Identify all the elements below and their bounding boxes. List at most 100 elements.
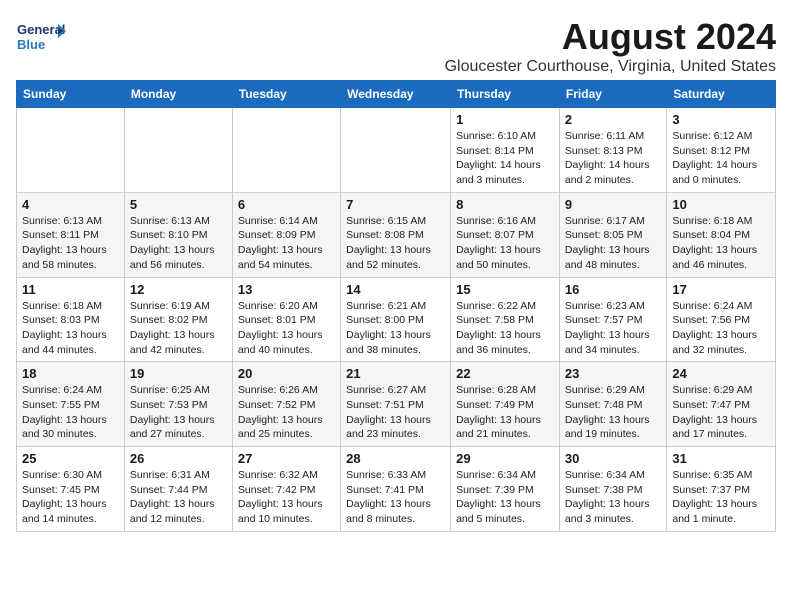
logo: General Blue xyxy=(16,16,66,56)
svg-text:Blue: Blue xyxy=(17,37,45,52)
weekday-header-sunday: Sunday xyxy=(17,81,125,108)
calendar-cell-25: 22 Sunrise: 6:28 AMSunset: 7:49 PMDayligh… xyxy=(451,362,560,447)
calendar-cell-18: 15 Sunrise: 6:22 AMSunset: 7:58 PMDayligh… xyxy=(451,277,560,362)
day-number: 27 xyxy=(238,451,335,466)
calendar-cell-10: 7Sunrise: 6:15 AMSunset: 8:08 PMDaylight… xyxy=(341,192,451,277)
calendar-cell-29: 26 Sunrise: 6:31 AMSunset: 7:44 PMDayligh… xyxy=(124,447,232,532)
day-number: 2 xyxy=(565,112,661,127)
calendar-cell-1 xyxy=(124,108,232,193)
day-info: Sunrise: 6:16 AMSunset: 8:07 PMDaylight:… xyxy=(456,214,554,273)
day-number: 3 xyxy=(672,112,770,127)
calendar-cell-9: 6Sunrise: 6:14 AMSunset: 8:09 PMDaylight… xyxy=(232,192,340,277)
day-info: Sunrise: 6:15 AMSunset: 8:08 PMDaylight:… xyxy=(346,214,445,273)
calendar-cell-17: 14Sunrise: 6:21 AMSunset: 8:00 PMDayligh… xyxy=(341,277,451,362)
day-info: Sunrise: 6:24 AMSunset: 7:56 PMDaylight:… xyxy=(672,299,770,358)
weekday-header-saturday: Saturday xyxy=(667,81,776,108)
day-number: 12 xyxy=(130,282,227,297)
calendar-cell-14: 11 Sunrise: 6:18 AMSunset: 8:03 PMDayligh… xyxy=(17,277,125,362)
day-info: Sunrise: 6:13 AMSunset: 8:11 PMDaylight:… xyxy=(22,214,119,273)
day-info: Sunrise: 6:34 AMSunset: 7:39 PMDaylight:… xyxy=(456,468,554,527)
weekday-header-thursday: Thursday xyxy=(451,81,560,108)
day-info: Sunrise: 6:35 AMSunset: 7:37 PMDaylight:… xyxy=(672,468,770,527)
weekday-header-wednesday: Wednesday xyxy=(341,81,451,108)
weekday-header-tuesday: Tuesday xyxy=(232,81,340,108)
calendar-cell-4: 1Sunrise: 6:10 AMSunset: 8:14 PMDaylight… xyxy=(451,108,560,193)
day-info: Sunrise: 6:19 AMSunset: 8:02 PMDaylight:… xyxy=(130,299,227,358)
weekday-header-monday: Monday xyxy=(124,81,232,108)
day-info: Sunrise: 6:11 AMSunset: 8:13 PMDaylight:… xyxy=(565,129,661,188)
day-info: Sunrise: 6:20 AMSunset: 8:01 PMDaylight:… xyxy=(238,299,335,358)
day-number: 14 xyxy=(346,282,445,297)
day-info: Sunrise: 6:25 AMSunset: 7:53 PMDaylight:… xyxy=(130,383,227,442)
calendar-cell-34: 31 Sunrise: 6:35 AMSunset: 7:37 PMDayligh… xyxy=(667,447,776,532)
day-number: 8 xyxy=(456,197,554,212)
day-info: Sunrise: 6:31 AMSunset: 7:44 PMDaylight:… xyxy=(130,468,227,527)
calendar-cell-11: 8 Sunrise: 6:16 AMSunset: 8:07 PMDaylight… xyxy=(451,192,560,277)
day-info: Sunrise: 6:17 AMSunset: 8:05 PMDaylight:… xyxy=(565,214,661,273)
day-info: Sunrise: 6:34 AMSunset: 7:38 PMDaylight:… xyxy=(565,468,661,527)
day-number: 10 xyxy=(672,197,770,212)
calendar-cell-32: 29 Sunrise: 6:34 AMSunset: 7:39 PMDayligh… xyxy=(451,447,560,532)
day-number: 5 xyxy=(130,197,227,212)
page-subtitle: Gloucester Courthouse, Virginia, United … xyxy=(445,58,776,76)
title-area: August 2024 Gloucester Courthouse, Virgi… xyxy=(445,16,776,76)
day-number: 4 xyxy=(22,197,119,212)
day-info: Sunrise: 6:22 AMSunset: 7:58 PMDaylight:… xyxy=(456,299,554,358)
day-number: 19 xyxy=(130,366,227,381)
day-number: 18 xyxy=(22,366,119,381)
day-number: 29 xyxy=(456,451,554,466)
page-title: August 2024 xyxy=(445,16,776,58)
calendar-cell-12: 9Sunrise: 6:17 AMSunset: 8:05 PMDaylight… xyxy=(559,192,666,277)
day-info: Sunrise: 6:28 AMSunset: 7:49 PMDaylight:… xyxy=(456,383,554,442)
day-number: 31 xyxy=(672,451,770,466)
calendar-cell-26: 23 Sunrise: 6:29 AMSunset: 7:48 PMDayligh… xyxy=(559,362,666,447)
calendar-cell-23: 20 Sunrise: 6:26 AMSunset: 7:52 PMDayligh… xyxy=(232,362,340,447)
day-number: 6 xyxy=(238,197,335,212)
logo-icon: General Blue xyxy=(16,16,66,56)
day-info: Sunrise: 6:29 AMSunset: 7:47 PMDaylight:… xyxy=(672,383,770,442)
calendar-cell-3 xyxy=(341,108,451,193)
calendar-cell-22: 19 Sunrise: 6:25 AMSunset: 7:53 PMDayligh… xyxy=(124,362,232,447)
calendar-cell-13: 10 Sunrise: 6:18 AMSunset: 8:04 PMDayligh… xyxy=(667,192,776,277)
day-number: 22 xyxy=(456,366,554,381)
day-number: 11 xyxy=(22,282,119,297)
calendar-cell-15: 12 Sunrise: 6:19 AMSunset: 8:02 PMDayligh… xyxy=(124,277,232,362)
day-number: 20 xyxy=(238,366,335,381)
day-number: 28 xyxy=(346,451,445,466)
calendar-cell-2 xyxy=(232,108,340,193)
day-info: Sunrise: 6:30 AMSunset: 7:45 PMDaylight:… xyxy=(22,468,119,527)
day-info: Sunrise: 6:18 AMSunset: 8:03 PMDaylight:… xyxy=(22,299,119,358)
weekday-header-friday: Friday xyxy=(559,81,666,108)
day-number: 23 xyxy=(565,366,661,381)
day-info: Sunrise: 6:12 AMSunset: 8:12 PMDaylight:… xyxy=(672,129,770,188)
day-number: 13 xyxy=(238,282,335,297)
day-number: 17 xyxy=(672,282,770,297)
day-info: Sunrise: 6:24 AMSunset: 7:55 PMDaylight:… xyxy=(22,383,119,442)
calendar-cell-20: 17 Sunrise: 6:24 AMSunset: 7:56 PMDayligh… xyxy=(667,277,776,362)
day-number: 1 xyxy=(456,112,554,127)
calendar-cell-31: 28 Sunrise: 6:33 AMSunset: 7:41 PMDayligh… xyxy=(341,447,451,532)
day-number: 24 xyxy=(672,366,770,381)
calendar-cell-7: 4 Sunrise: 6:13 AMSunset: 8:11 PMDaylight… xyxy=(17,192,125,277)
calendar-cell-30: 27 Sunrise: 6:32 AMSunset: 7:42 PMDayligh… xyxy=(232,447,340,532)
calendar-cell-19: 16Sunrise: 6:23 AMSunset: 7:57 PMDayligh… xyxy=(559,277,666,362)
day-info: Sunrise: 6:13 AMSunset: 8:10 PMDaylight:… xyxy=(130,214,227,273)
calendar-cell-5: 2 Sunrise: 6:11 AMSunset: 8:13 PMDaylight… xyxy=(559,108,666,193)
day-info: Sunrise: 6:29 AMSunset: 7:48 PMDaylight:… xyxy=(565,383,661,442)
calendar-cell-0 xyxy=(17,108,125,193)
day-number: 30 xyxy=(565,451,661,466)
day-number: 25 xyxy=(22,451,119,466)
calendar-cell-8: 5 Sunrise: 6:13 AMSunset: 8:10 PMDaylight… xyxy=(124,192,232,277)
day-info: Sunrise: 6:18 AMSunset: 8:04 PMDaylight:… xyxy=(672,214,770,273)
day-info: Sunrise: 6:32 AMSunset: 7:42 PMDaylight:… xyxy=(238,468,335,527)
day-number: 15 xyxy=(456,282,554,297)
calendar-table: SundayMondayTuesdayWednesdayThursdayFrid… xyxy=(16,80,776,532)
calendar-cell-6: 3 Sunrise: 6:12 AMSunset: 8:12 PMDaylight… xyxy=(667,108,776,193)
calendar-cell-21: 18 Sunrise: 6:24 AMSunset: 7:55 PMDayligh… xyxy=(17,362,125,447)
day-info: Sunrise: 6:26 AMSunset: 7:52 PMDaylight:… xyxy=(238,383,335,442)
day-info: Sunrise: 6:33 AMSunset: 7:41 PMDaylight:… xyxy=(346,468,445,527)
calendar-cell-28: 25 Sunrise: 6:30 AMSunset: 7:45 PMDayligh… xyxy=(17,447,125,532)
calendar-cell-27: 24 Sunrise: 6:29 AMSunset: 7:47 PMDayligh… xyxy=(667,362,776,447)
day-number: 26 xyxy=(130,451,227,466)
day-number: 21 xyxy=(346,366,445,381)
